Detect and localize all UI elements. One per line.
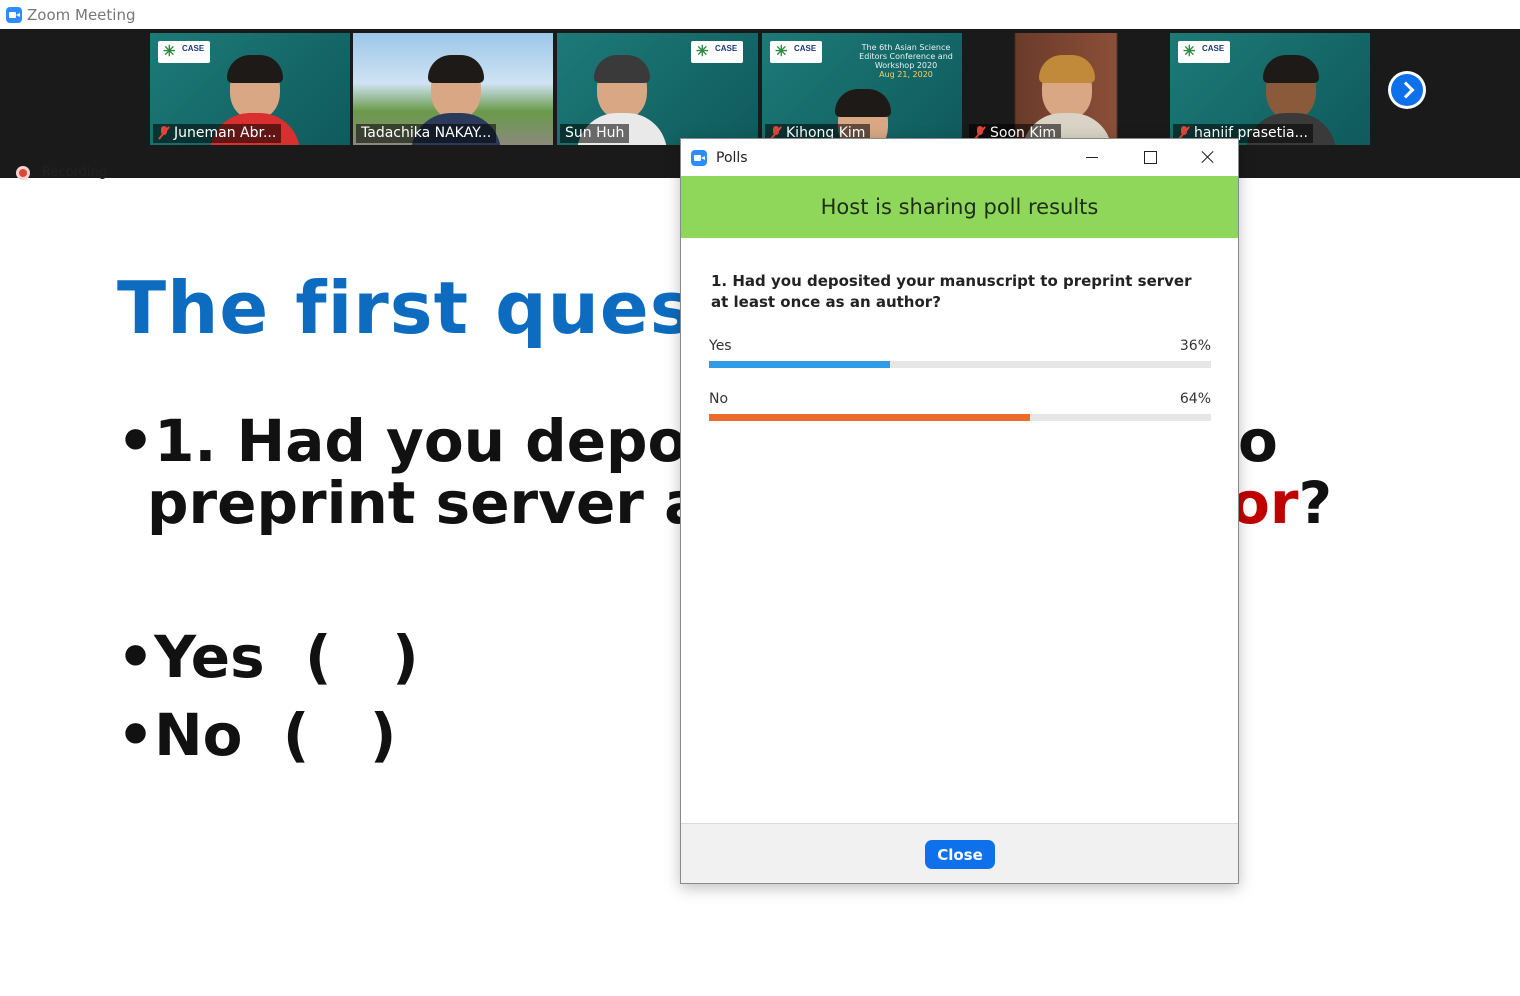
poll-option-percent: 36% <box>1179 338 1211 354</box>
case-logo-icon: CASE <box>1178 41 1230 63</box>
case-logo-icon: CASE <box>770 41 822 63</box>
polls-titlebar: Polls <box>681 139 1238 176</box>
maximize-icon[interactable] <box>1127 139 1173 176</box>
zoom-logo-icon <box>6 6 22 23</box>
poll-result-fill <box>709 414 1031 421</box>
slide-option-yes: •Yes ( ) <box>117 623 419 691</box>
participant-name: Tadachika NAKAY... <box>361 125 492 141</box>
slide-question-line1-tail: o <box>1238 407 1278 475</box>
participant-tile[interactable]: Soon Kim <box>966 33 1166 145</box>
polls-footer: Close <box>681 823 1238 883</box>
poll-option-label: Yes <box>709 338 732 354</box>
case-logo-icon: CASE <box>691 41 743 63</box>
poll-result-bar <box>709 414 1211 421</box>
recording-indicator[interactable]: Recording <box>16 165 107 180</box>
recording-label: Recording <box>42 165 108 180</box>
poll-option-percent: 64% <box>1179 391 1211 407</box>
poll-result-bar <box>709 361 1211 368</box>
next-page-button[interactable] <box>1388 71 1426 109</box>
close-icon[interactable] <box>1185 139 1231 176</box>
participant-tile[interactable]: CASE The 6th Asian ScienceEditors Confer… <box>762 33 962 145</box>
participant-tile[interactable]: CASE haniif prasetia... <box>1170 33 1370 145</box>
chevron-right-icon <box>1391 74 1423 106</box>
slide-option-no: •No ( ) <box>117 701 397 769</box>
window-titlebar: Zoom Meeting <box>0 0 1520 29</box>
poll-question: 1. Had you deposited your manuscript to … <box>711 272 1192 311</box>
zoom-logo-icon <box>691 149 707 166</box>
poll-option: No 64% <box>709 391 1211 421</box>
polls-title: Polls <box>716 149 748 166</box>
polls-window: Polls Host is sharing poll results 1. Ha… <box>680 138 1239 884</box>
window-title: Zoom Meeting <box>27 5 136 24</box>
poll-results-banner: Host is sharing poll results <box>681 176 1238 238</box>
poll-option-label: No <box>709 391 729 407</box>
participant-name: Sun Huh <box>565 125 625 141</box>
participant-tile[interactable]: CASE Juneman Abr... <box>150 33 350 145</box>
minimize-icon[interactable] <box>1069 139 1115 176</box>
close-button[interactable]: Close <box>925 840 995 869</box>
case-logo-icon: CASE <box>158 41 210 63</box>
slide-question-line2-tail: or? <box>1230 469 1333 537</box>
record-icon <box>16 165 30 180</box>
participant-tile[interactable]: CASE Sun Huh <box>557 33 758 145</box>
participant-tile[interactable]: Tadachika NAKAY... <box>353 33 553 145</box>
muted-mic-icon <box>158 126 170 140</box>
poll-result-fill <box>709 361 890 368</box>
participant-name: Juneman Abr... <box>174 125 277 141</box>
poll-option: Yes 36% <box>709 338 1211 368</box>
